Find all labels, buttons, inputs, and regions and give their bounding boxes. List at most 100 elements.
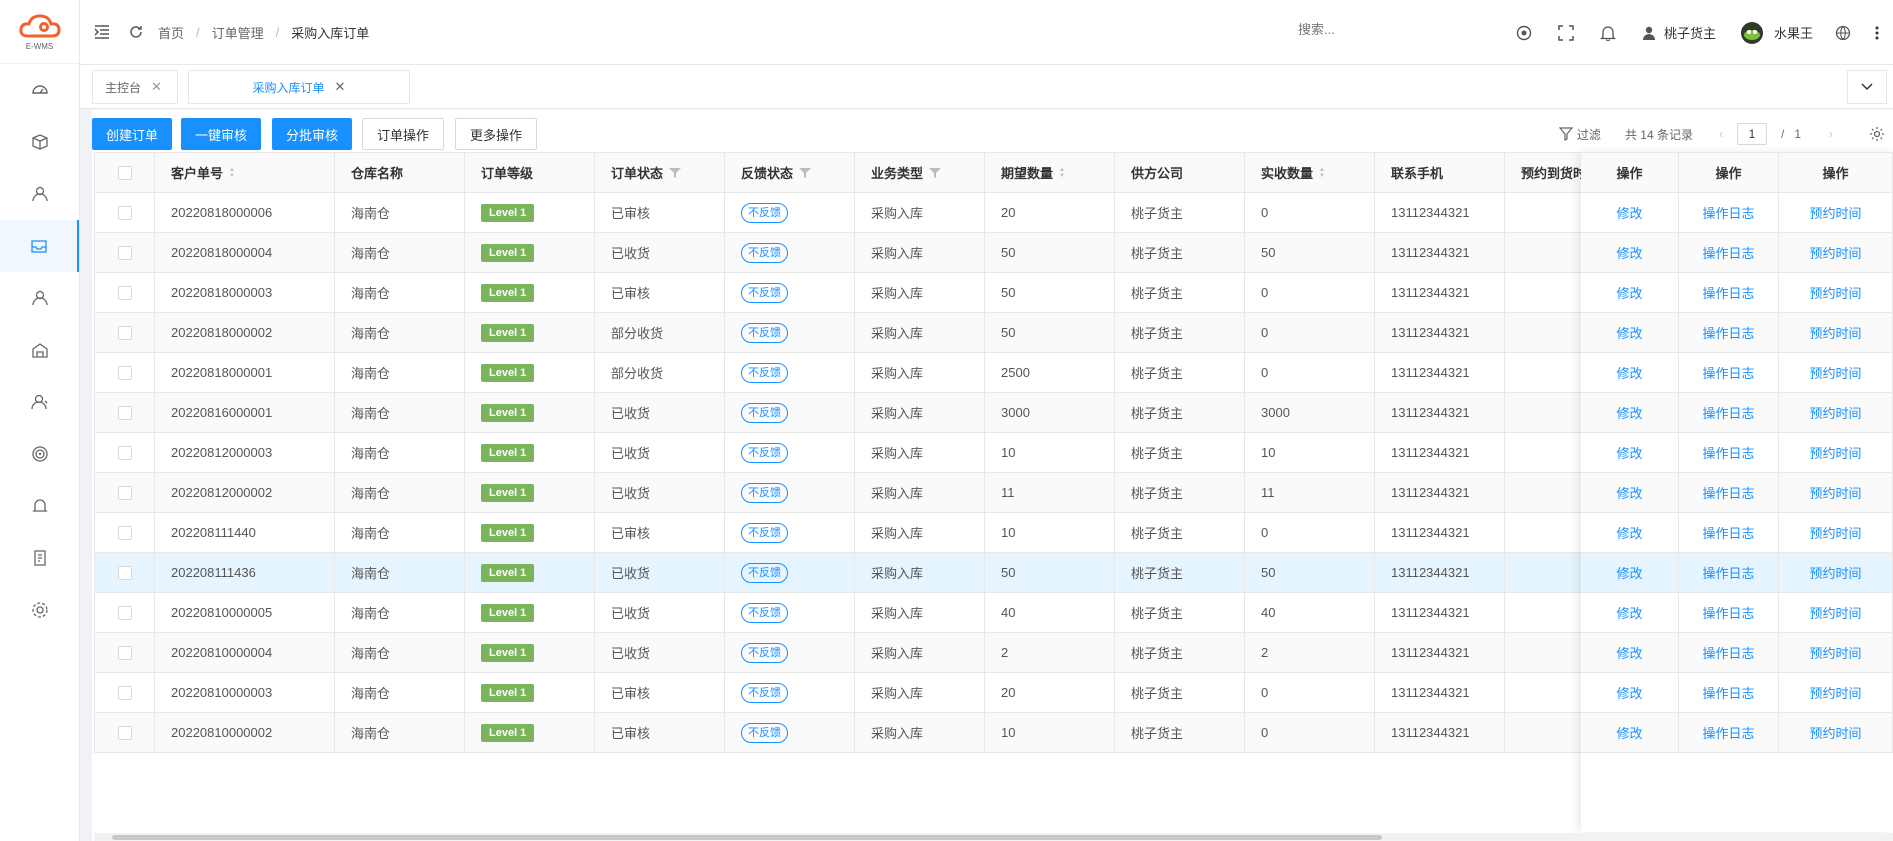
sidebar-item-9[interactable] <box>0 532 79 584</box>
batch-review-button[interactable]: 分批审核 <box>272 118 352 150</box>
filter-icon[interactable] <box>669 167 682 179</box>
breadcrumb-order-management[interactable]: 订单管理 <box>212 23 264 42</box>
operation-log-link[interactable]: 操作日志 <box>1702 523 1754 542</box>
edit-link[interactable]: 修改 <box>1616 323 1642 342</box>
scrollbar-thumb[interactable] <box>112 835 1382 840</box>
row-checkbox[interactable] <box>117 605 132 620</box>
row-checkbox[interactable] <box>117 245 132 260</box>
tab-dashboard[interactable]: 主控台 ✕ <box>92 70 178 104</box>
edit-link[interactable]: 修改 <box>1616 563 1642 582</box>
edit-link[interactable]: 修改 <box>1616 403 1642 422</box>
row-checkbox[interactable] <box>117 685 132 700</box>
edit-link[interactable]: 修改 <box>1616 643 1642 662</box>
refresh-icon[interactable] <box>128 24 144 40</box>
appointment-time-link[interactable]: 预约时间 <box>1809 363 1861 382</box>
sidebar-item-8[interactable] <box>0 480 79 532</box>
logo[interactable]: E-WMS <box>0 0 79 64</box>
operation-log-link[interactable]: 操作日志 <box>1702 203 1754 222</box>
edit-link[interactable]: 修改 <box>1616 443 1642 462</box>
operation-log-link[interactable]: 操作日志 <box>1702 563 1754 582</box>
filter-icon[interactable] <box>799 167 812 179</box>
more-vertical-icon[interactable] <box>1875 26 1879 40</box>
sidebar-item-7[interactable] <box>0 428 79 480</box>
sidebar-item-4[interactable] <box>0 272 79 324</box>
appointment-time-link[interactable]: 预约时间 <box>1809 283 1861 302</box>
edit-link[interactable]: 修改 <box>1616 683 1642 702</box>
order-ops-button[interactable]: 订单操作 <box>362 118 444 150</box>
appointment-time-link[interactable]: 预约时间 <box>1809 243 1861 262</box>
fullscreen-icon[interactable] <box>1558 24 1574 41</box>
close-icon[interactable]: ✕ <box>335 79 346 95</box>
appointment-time-link[interactable]: 预约时间 <box>1809 443 1861 462</box>
operation-log-link[interactable]: 操作日志 <box>1702 283 1754 302</box>
appointment-time-link[interactable]: 预约时间 <box>1809 203 1861 222</box>
owner-name[interactable]: 桃子货主 <box>1664 23 1716 42</box>
notification-bell-icon[interactable] <box>1599 25 1616 41</box>
select-all-checkbox-cell[interactable] <box>95 153 155 192</box>
row-checkbox[interactable] <box>117 725 132 740</box>
operation-log-link[interactable]: 操作日志 <box>1702 443 1754 462</box>
tab-purchase-inbound[interactable]: 采购入库订单 ✕ <box>188 70 410 104</box>
user-name[interactable]: 水果王 <box>1774 23 1813 42</box>
select-all-checkbox[interactable] <box>117 165 132 180</box>
sidebar-item-5[interactable] <box>0 324 79 376</box>
globe-language-icon[interactable] <box>1835 25 1851 41</box>
menu-toggle-icon[interactable] <box>94 25 110 39</box>
row-checkbox[interactable] <box>117 205 132 220</box>
row-checkbox[interactable] <box>117 445 132 460</box>
target-icon[interactable] <box>1516 25 1532 41</box>
appointment-time-link[interactable]: 预约时间 <box>1809 523 1861 542</box>
create-order-button[interactable]: 创建订单 <box>92 118 172 150</box>
tabs-dropdown-button[interactable] <box>1847 70 1887 104</box>
row-checkbox[interactable] <box>117 365 132 380</box>
row-checkbox[interactable] <box>117 565 132 580</box>
appointment-time-link[interactable]: 预约时间 <box>1809 483 1861 502</box>
edit-link[interactable]: 修改 <box>1616 283 1642 302</box>
operation-log-link[interactable]: 操作日志 <box>1702 363 1754 382</box>
operation-log-link[interactable]: 操作日志 <box>1702 483 1754 502</box>
sort-icon[interactable]: ▲ ▼ <box>1059 167 1065 179</box>
sidebar-item-6[interactable] <box>0 376 79 428</box>
operation-log-link[interactable]: 操作日志 <box>1702 403 1754 422</box>
operation-log-link[interactable]: 操作日志 <box>1702 683 1754 702</box>
edit-link[interactable]: 修改 <box>1616 483 1642 502</box>
edit-link[interactable]: 修改 <box>1616 523 1642 542</box>
close-icon[interactable]: ✕ <box>151 79 162 95</box>
filter-button[interactable]: 过滤 <box>1558 126 1601 143</box>
row-checkbox[interactable] <box>117 485 132 500</box>
sidebar-item-0[interactable] <box>0 64 79 116</box>
sort-icon[interactable]: ▲ ▼ <box>229 167 235 179</box>
prev-page-icon[interactable]: ‹ <box>1719 127 1723 141</box>
horizontal-scrollbar[interactable] <box>94 833 1893 841</box>
more-ops-button[interactable]: 更多操作 <box>455 118 537 150</box>
row-checkbox[interactable] <box>117 525 132 540</box>
search-input[interactable] <box>1298 22 1418 37</box>
appointment-time-link[interactable]: 预约时间 <box>1809 403 1861 422</box>
row-checkbox[interactable] <box>117 325 132 340</box>
appointment-time-link[interactable]: 预约时间 <box>1809 683 1861 702</box>
table-settings-icon[interactable] <box>1869 126 1885 142</box>
operation-log-link[interactable]: 操作日志 <box>1702 243 1754 262</box>
edit-link[interactable]: 修改 <box>1616 203 1642 222</box>
edit-link[interactable]: 修改 <box>1616 603 1642 622</box>
sort-icon[interactable]: ▲ ▼ <box>1319 167 1325 179</box>
appointment-time-link[interactable]: 预约时间 <box>1809 723 1861 742</box>
edit-link[interactable]: 修改 <box>1616 363 1642 382</box>
operation-log-link[interactable]: 操作日志 <box>1702 323 1754 342</box>
operation-log-link[interactable]: 操作日志 <box>1702 603 1754 622</box>
appointment-time-link[interactable]: 预约时间 <box>1809 323 1861 342</box>
page-input[interactable] <box>1736 123 1767 145</box>
edit-link[interactable]: 修改 <box>1616 723 1642 742</box>
edit-link[interactable]: 修改 <box>1616 243 1642 262</box>
user-avatar[interactable] <box>1740 21 1764 45</box>
row-checkbox[interactable] <box>117 645 132 660</box>
appointment-time-link[interactable]: 预约时间 <box>1809 643 1861 662</box>
sidebar-item-2[interactable] <box>0 168 79 220</box>
next-page-icon[interactable]: › <box>1829 127 1833 141</box>
appointment-time-link[interactable]: 预约时间 <box>1809 603 1861 622</box>
row-checkbox[interactable] <box>117 285 132 300</box>
filter-icon[interactable] <box>929 167 942 179</box>
appointment-time-link[interactable]: 预约时间 <box>1809 563 1861 582</box>
operation-log-link[interactable]: 操作日志 <box>1702 723 1754 742</box>
sidebar-item-10[interactable] <box>0 584 79 636</box>
